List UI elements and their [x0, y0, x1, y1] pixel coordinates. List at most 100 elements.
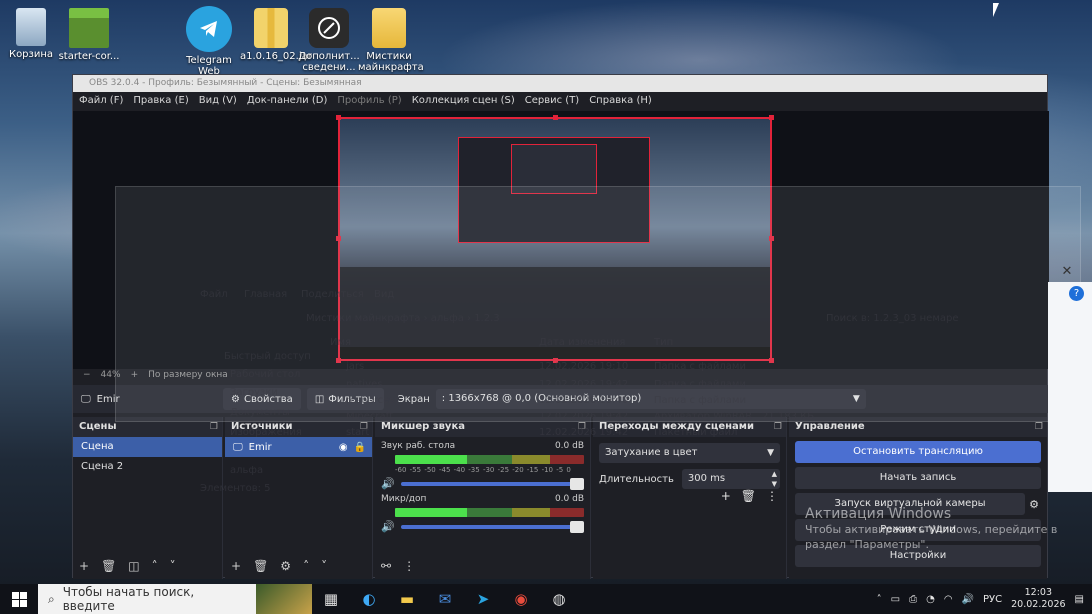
- help-icon[interactable]: ?: [1069, 286, 1084, 301]
- resize-handle[interactable]: [553, 115, 558, 120]
- start-button[interactable]: [0, 584, 38, 614]
- explorer-col-name[interactable]: Имя: [330, 337, 351, 348]
- file-explorer-icon[interactable]: ▬: [388, 584, 426, 614]
- track-name: Звук раб. стола: [381, 441, 456, 451]
- menu-view[interactable]: Вид (V): [199, 92, 237, 109]
- menu-docks[interactable]: Док-панели (D): [247, 92, 328, 109]
- explorer-docs[interactable]: Документы: [230, 407, 290, 418]
- zoom-out-icon[interactable]: −: [83, 370, 91, 380]
- menu-file[interactable]: Файл (F): [79, 92, 123, 109]
- volume-icon[interactable]: 🔊: [962, 594, 974, 605]
- menu-edit[interactable]: Правка (E): [133, 92, 188, 109]
- explorer-row-name[interactable]: jars: [346, 361, 364, 372]
- network-icon[interactable]: ◔: [926, 594, 935, 605]
- resize-handle[interactable]: [336, 115, 341, 120]
- close-icon[interactable]: ✕: [1059, 264, 1075, 280]
- chevron-down-icon[interactable]: ˅: [170, 559, 176, 573]
- gear-icon[interactable]: ⚙: [280, 559, 291, 573]
- eye-icon[interactable]: ◉: [339, 442, 348, 453]
- slider-handle[interactable]: [570, 520, 584, 533]
- explorer-window-ghost: Файл Главная Поделиться Вид Мистики майн…: [115, 186, 1081, 494]
- trash-icon[interactable]: 🗑: [741, 489, 756, 503]
- scene-item[interactable]: Сцена: [73, 437, 222, 457]
- explorer-downloads[interactable]: Загрузки: [230, 387, 278, 398]
- duration-input[interactable]: 300 ms ▲ ▼: [681, 469, 780, 489]
- lock-icon[interactable]: 🔒: [354, 442, 366, 453]
- chevron-down-icon[interactable]: ˅: [321, 559, 327, 573]
- activation-watermark: Активация Windows Чтобы активировать Win…: [805, 506, 1057, 552]
- slider-handle[interactable]: [570, 477, 584, 490]
- more-icon[interactable]: ⋮: [766, 489, 778, 503]
- notifications-icon[interactable]: ▤: [1075, 594, 1084, 605]
- sources-dock: Источники ❐ 🖵 Emir ◉ 🔒 + 🗑 ⚙ ˄ ˅: [225, 417, 373, 579]
- trash-icon[interactable]: 🗑: [101, 559, 116, 573]
- menu-tools[interactable]: Сервис (T): [525, 92, 579, 109]
- explorer-tab-share[interactable]: Поделиться: [301, 289, 364, 300]
- telegram-taskbar-icon[interactable]: ➤: [464, 584, 502, 614]
- speaker-icon[interactable]: 🔊: [381, 477, 395, 490]
- menu-profile[interactable]: Профиль (P): [337, 92, 401, 109]
- resize-handle[interactable]: [769, 115, 774, 120]
- transition-select[interactable]: Затухание в цвет ▼: [599, 443, 780, 463]
- explorer-alpha[interactable]: альфа: [230, 465, 263, 476]
- explorer-row-type: Папка с файлами: [654, 379, 746, 390]
- desktop-icon-telegram[interactable]: Telegram Web: [178, 6, 240, 77]
- explorer-search[interactable]: Поиск в: 1.2.3_03 немаре: [826, 313, 959, 324]
- chevron-up-icon[interactable]: ˄: [303, 559, 309, 573]
- desktop-icon-recycle-bin[interactable]: Корзина: [0, 8, 62, 60]
- usb-icon[interactable]: ▭: [891, 594, 900, 605]
- obs-taskbar-icon[interactable]: ◍: [540, 584, 578, 614]
- language-indicator[interactable]: РУС: [983, 594, 1002, 605]
- more-icon[interactable]: ⋮: [403, 559, 415, 573]
- volume-slider[interactable]: [400, 477, 584, 490]
- menu-scene-collection[interactable]: Коллекция сцен (S): [412, 92, 515, 109]
- menu-help[interactable]: Справка (H): [589, 92, 652, 109]
- explorer-tab-file[interactable]: Файл: [200, 289, 228, 300]
- stop-stream-button[interactable]: Остановить трансляцию: [795, 441, 1041, 463]
- obs-titlebar[interactable]: OBS 32.0.4 - Профиль: Безымянный - Сцены…: [73, 75, 1047, 92]
- folder-icon: [372, 8, 406, 48]
- explorer-tab-main[interactable]: Главная: [244, 289, 287, 300]
- explorer-path[interactable]: Мистики майнкрафта › альфа › 1.2.3: [306, 313, 500, 324]
- start-record-button[interactable]: Начать запись: [795, 467, 1041, 489]
- add-icon[interactable]: +: [721, 489, 731, 503]
- task-view-icon[interactable]: ▦: [312, 584, 350, 614]
- wifi-icon[interactable]: ◠: [944, 594, 953, 605]
- scene-item[interactable]: Сцена 2: [73, 457, 222, 477]
- taskbar-search[interactable]: ⌕ Чтобы начать поиск, введите: [38, 584, 312, 614]
- explorer-row-name[interactable]: natives: [346, 379, 382, 390]
- right-side-panel: [1048, 282, 1092, 492]
- desktop-icon-jar[interactable]: a1.0.16_02.jar: [240, 8, 312, 62]
- link-icon[interactable]: ⚯: [381, 559, 391, 573]
- explorer-quick-access[interactable]: Быстрый доступ: [224, 351, 311, 362]
- explorer-row-name[interactable]: resources: [346, 395, 394, 406]
- spin-icon[interactable]: ▲ ▼: [772, 469, 777, 489]
- explorer-row-name[interactable]: Minecraft: [346, 411, 393, 422]
- explorer-images[interactable]: Изображения: [230, 427, 302, 438]
- explorer-row-name[interactable]: start: [346, 427, 369, 438]
- explorer-tab-view[interactable]: Вид: [374, 289, 394, 300]
- desktop-icon-mistiki[interactable]: Мистики майнкрафта: [358, 8, 424, 73]
- filter-icon[interactable]: ◫: [128, 559, 139, 573]
- chrome-icon[interactable]: ◉: [502, 584, 540, 614]
- explorer-desktop[interactable]: Рабочий стол: [230, 369, 300, 380]
- speaker-icon[interactable]: 🔊: [381, 520, 395, 533]
- desktop-icon-extra[interactable]: Дополнит... сведени...: [298, 8, 360, 73]
- explorer-row-type: Архиватор WinRAR: [654, 411, 753, 422]
- printer-icon[interactable]: ⎙: [909, 594, 917, 605]
- source-item[interactable]: 🖵 Emir ◉ 🔒: [225, 437, 372, 457]
- volume-slider[interactable]: [400, 520, 584, 533]
- explorer-col-type[interactable]: Тип: [654, 337, 673, 348]
- add-icon[interactable]: +: [231, 559, 241, 573]
- trash-icon[interactable]: 🗑: [253, 559, 268, 573]
- chevron-up-icon[interactable]: ˄: [877, 594, 882, 605]
- explorer-row-size: 21 183 КБ: [762, 411, 815, 422]
- source-item-label: Emir: [248, 441, 272, 453]
- chevron-up-icon[interactable]: ˄: [152, 559, 158, 573]
- edge-icon[interactable]: ◐: [350, 584, 388, 614]
- clock[interactable]: 12:03 20.02.2026: [1011, 587, 1065, 611]
- desktop-icon-starter[interactable]: starter-cor...: [58, 8, 120, 62]
- explorer-col-date[interactable]: Дата изменения: [539, 337, 625, 348]
- add-icon[interactable]: +: [79, 559, 89, 573]
- mail-icon[interactable]: ✉: [426, 584, 464, 614]
